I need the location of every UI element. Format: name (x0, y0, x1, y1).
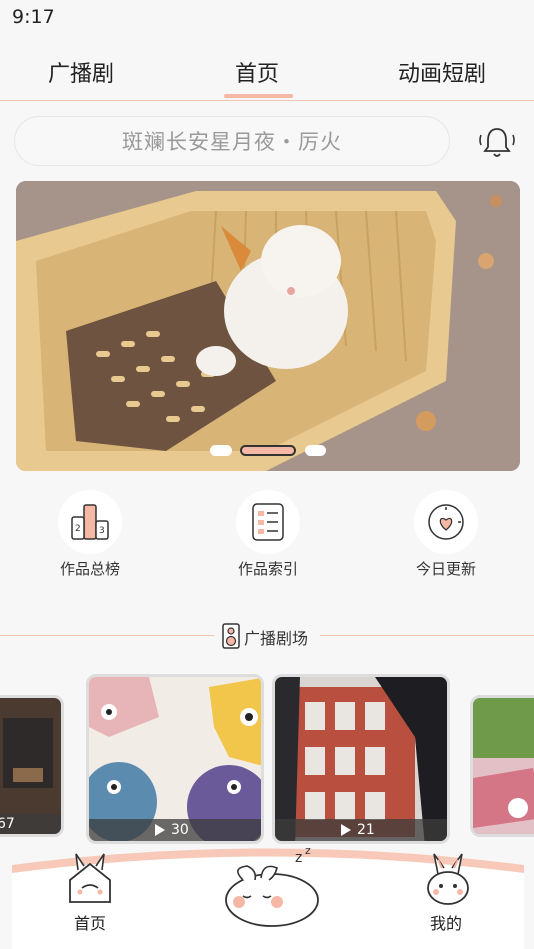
sleeping-bunny-icon[interactable]: z z (217, 844, 327, 932)
ranking-podium-icon: 2 3 (58, 490, 122, 554)
status-time: 9:17 (12, 6, 55, 28)
section-divider-right (320, 635, 534, 636)
search-input[interactable]: 斑斓长安星月夜・厉火 (14, 116, 450, 166)
index-list-icon (236, 490, 300, 554)
quick-link-ranking[interactable]: 2 3 作品总榜 (20, 490, 160, 579)
quick-link-today[interactable]: 今日更新 (376, 490, 516, 579)
carousel-dot-active[interactable] (240, 445, 296, 456)
search-placeholder: 斑斓长安星月夜・厉火 (122, 130, 342, 154)
svg-text:2: 2 (75, 524, 81, 534)
quick-link-label: 作品总榜 (59, 560, 120, 578)
tabs-divider (0, 100, 534, 101)
tab-radio-drama[interactable]: 广播剧 (48, 56, 114, 88)
nav-mine-label[interactable]: 我的 (430, 910, 462, 934)
card-play-bar: 21 (275, 819, 447, 841)
drama-card[interactable]: 21 (272, 674, 450, 844)
svg-text:3: 3 (99, 526, 105, 536)
section-divider-left (0, 635, 214, 636)
banner-carousel[interactable] (16, 181, 520, 471)
bunny-house-icon[interactable] (64, 852, 116, 906)
speaker-icon (222, 623, 240, 649)
bunny-face-icon[interactable] (422, 852, 474, 906)
section-header: 广播剧场 (0, 620, 534, 650)
banner-image (16, 181, 520, 471)
bell-icon[interactable] (477, 123, 517, 163)
card-cover (473, 698, 534, 834)
play-icon (341, 824, 351, 836)
quick-link-label: 作品索引 (237, 560, 298, 578)
drama-card[interactable] (470, 695, 534, 837)
svg-text:z: z (295, 850, 302, 866)
quick-link-index[interactable]: 作品索引 (198, 490, 338, 579)
section-title: 广播剧场 (244, 629, 309, 648)
card-play-count: 67 (0, 816, 15, 832)
svg-text:z: z (305, 844, 311, 857)
tab-animated-shorts[interactable]: 动画短剧 (398, 56, 486, 88)
card-play-bar: 30 (89, 819, 261, 841)
drama-card[interactable]: 67 (0, 695, 64, 837)
bottom-nav: 首页 z z 我的 (12, 840, 524, 949)
carousel-indicators (0, 445, 534, 457)
top-tabs: 广播剧 首页 动画短剧 (0, 56, 534, 102)
carousel-dot[interactable] (305, 445, 326, 456)
clock-heart-icon (414, 490, 478, 554)
card-play-bar: 67 (0, 814, 61, 834)
carousel-dot[interactable] (210, 445, 232, 456)
tab-active-indicator (224, 94, 293, 98)
card-play-count: 30 (171, 822, 189, 838)
nav-home-label[interactable]: 首页 (74, 910, 106, 934)
card-play-count: 21 (357, 822, 375, 838)
tab-home[interactable]: 首页 (235, 56, 279, 88)
drama-card[interactable]: 30 (86, 674, 264, 844)
quick-link-label: 今日更新 (415, 560, 476, 578)
play-icon (155, 824, 165, 836)
